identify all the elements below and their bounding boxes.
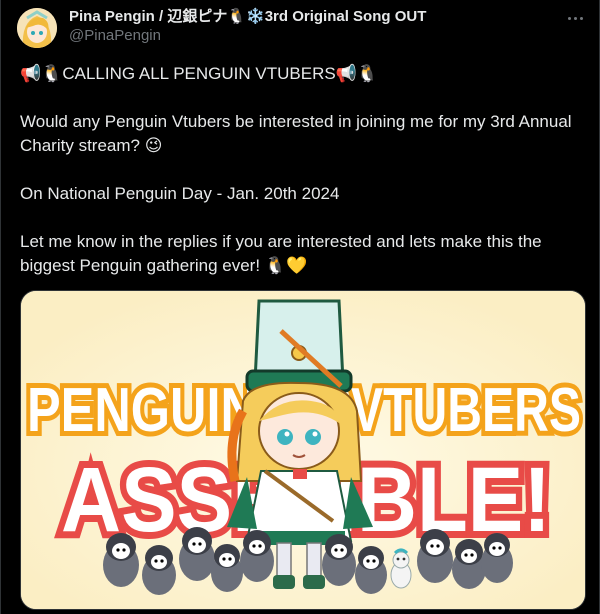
author-display-name[interactable]: Pina Pengin / 辺銀ピナ🐧❄️3rd Original Song O… — [69, 8, 426, 26]
tweet-text: 📢🐧CALLING ALL PENGUIN VTUBERS📢🐧 Would an… — [20, 62, 590, 278]
author-handle[interactable]: @PinaPengin — [69, 26, 426, 46]
tweet-spacer — [20, 206, 590, 230]
tweet-card[interactable]: Pina Pengin / 辺銀ピナ🐧❄️3rd Original Song O… — [0, 0, 600, 614]
avatar[interactable] — [17, 8, 57, 48]
tweet-media-image[interactable]: PENGUIN VTUBERS ASSEMBLE! — [20, 290, 586, 610]
tweet-line-question: Would any Penguin Vtubers be interested … — [20, 112, 572, 155]
banner-title-vtubers: VTUBERS — [351, 376, 581, 445]
tweet-line-date: On National Penguin Day - Jan. 20th 2024 — [20, 184, 340, 203]
tweet-line-cta: Let me know in the replies if you are in… — [20, 232, 542, 275]
tweet-spacer — [20, 158, 590, 182]
tweet-spacer — [20, 86, 590, 110]
banner-artwork: PENGUIN VTUBERS ASSEMBLE! — [21, 291, 585, 609]
tweet-line-headline: 📢🐧CALLING ALL PENGUIN VTUBERS📢🐧 — [20, 64, 379, 83]
more-icon[interactable] — [565, 10, 585, 26]
tweet-header: Pina Pengin / 辺銀ピナ🐧❄️3rd Original Song O… — [17, 8, 585, 50]
banner-title-penguin: PENGUIN — [27, 376, 257, 445]
avatar-image — [17, 8, 57, 48]
